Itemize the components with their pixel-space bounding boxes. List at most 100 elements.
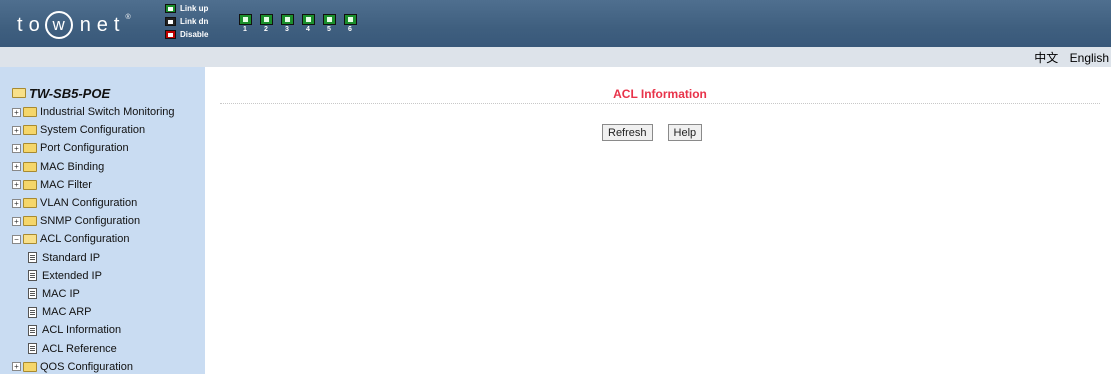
expand-icon[interactable]: + <box>12 162 21 172</box>
page-icon <box>28 252 37 264</box>
language-chinese-link[interactable]: 中文 <box>1034 51 1058 65</box>
refresh-button[interactable]: Refresh <box>602 124 653 141</box>
tree-item-label: MAC Filter <box>40 178 92 191</box>
tree-item-label: MAC Binding <box>40 160 105 173</box>
port-link-up-icon <box>259 14 273 25</box>
sidebar: TW-SB5-POE + Industrial Switch Monitoring… <box>0 67 205 374</box>
page-icon <box>28 270 37 282</box>
tree-item-label: MAC IP <box>42 287 80 300</box>
page-icon <box>28 288 37 300</box>
tree-item-label: QOS Configuration <box>40 360 133 373</box>
tree-item-qos-configuration[interactable]: + QOS Configuration <box>12 358 175 376</box>
port-number: 3 <box>285 26 289 33</box>
legend-link-up-label: Link up <box>180 4 209 13</box>
expand-icon[interactable]: + <box>12 216 21 226</box>
open-folder-icon <box>12 88 26 98</box>
tree-item-industrial-switch-monitoring[interactable]: + Industrial Switch Monitoring <box>12 103 175 121</box>
page-title: ACL Information <box>613 87 707 101</box>
port-link-up-icon <box>280 14 294 25</box>
expand-icon[interactable]: + <box>12 362 21 372</box>
tree-item-port-configuration[interactable]: + Port Configuration <box>12 139 175 157</box>
folder-icon <box>23 361 37 372</box>
tree-item-label: ACL Information <box>42 324 122 337</box>
legend-disable-label: Disable <box>180 30 209 39</box>
tree-item-mac-ip[interactable]: MAC IP <box>12 285 175 303</box>
open-folder-icon <box>23 234 37 245</box>
folder-icon <box>23 179 37 190</box>
folder-icon <box>23 125 37 136</box>
port-5[interactable]: 5 <box>320 14 338 35</box>
port-number: 5 <box>327 26 331 33</box>
port-number: 4 <box>306 26 310 33</box>
port-1[interactable]: 1 <box>236 14 254 35</box>
tree-item-acl-configuration[interactable]: − ACL Configuration <box>12 230 175 248</box>
tree-item-mac-binding[interactable]: + MAC Binding <box>12 158 175 176</box>
language-switcher: 中文 English <box>1026 49 1109 66</box>
tree-item-acl-reference[interactable]: ACL Reference <box>12 339 175 357</box>
logo-letter-w: w <box>44 11 73 39</box>
logo-letters-net: net <box>79 13 126 36</box>
tree-item-label: SNMP Configuration <box>40 215 141 228</box>
tree-item-system-configuration[interactable]: + System Configuration <box>12 121 175 139</box>
port-3[interactable]: 3 <box>278 14 296 35</box>
expand-icon[interactable]: + <box>12 198 21 208</box>
tree-item-label: VLAN Configuration <box>40 197 138 210</box>
page-icon <box>28 343 37 355</box>
tree-item-label: System Configuration <box>40 124 146 137</box>
tree-item-snmp-configuration[interactable]: + SNMP Configuration <box>12 212 175 230</box>
link-up-icon <box>165 4 176 13</box>
port-6[interactable]: 6 <box>341 14 359 35</box>
legend-link-up: Link up <box>165 2 208 15</box>
collapse-icon[interactable]: − <box>12 234 21 244</box>
folder-icon <box>23 161 37 172</box>
action-buttons: Refresh Help <box>602 124 717 141</box>
language-english-link[interactable]: English <box>1070 51 1109 65</box>
tree-item-acl-information[interactable]: ACL Information <box>12 321 175 339</box>
port-link-up-icon <box>301 14 315 25</box>
nav-tree: TW-SB5-POE + Industrial Switch Monitoring… <box>12 84 175 376</box>
tree-item-vlan-configuration[interactable]: + VLAN Configuration <box>12 194 175 212</box>
top-banner: t o w net ® Link up Link dn Disable 1 2 … <box>0 0 1111 47</box>
tree-item-standard-ip[interactable]: Standard IP <box>12 249 175 267</box>
legend-link-dn: Link dn <box>165 15 208 28</box>
disable-icon <box>165 30 176 39</box>
expand-icon[interactable]: + <box>12 143 21 153</box>
help-button[interactable]: Help <box>667 124 703 141</box>
logo-letter-t: t <box>17 13 29 36</box>
port-2[interactable]: 2 <box>257 14 275 35</box>
link-down-icon <box>165 17 176 26</box>
port-link-up-icon <box>238 14 252 25</box>
title-divider <box>220 103 1100 104</box>
folder-icon <box>23 198 37 209</box>
tree-item-label: MAC ARP <box>42 306 92 319</box>
brand-logo: t o w net ® <box>17 11 131 39</box>
tree-item-label: Extended IP <box>42 269 102 282</box>
logo-letter-o: o <box>28 13 46 36</box>
tree-item-label: ACL Configuration <box>40 233 130 246</box>
tree-root[interactable]: TW-SB5-POE <box>12 84 175 102</box>
folder-icon <box>23 107 37 118</box>
tree-item-label: Port Configuration <box>40 142 129 155</box>
port-number: 2 <box>264 26 268 33</box>
port-4[interactable]: 4 <box>299 14 317 35</box>
folder-icon <box>23 143 37 154</box>
tree-item-mac-filter[interactable]: + MAC Filter <box>12 176 175 194</box>
folder-icon <box>23 216 37 227</box>
logo-registered-mark: ® <box>125 13 131 21</box>
port-link-up-icon <box>322 14 336 25</box>
page-icon <box>28 306 37 318</box>
expand-icon[interactable]: + <box>12 125 21 135</box>
legend-disable: Disable <box>165 28 208 41</box>
legend-link-dn-label: Link dn <box>180 17 209 26</box>
language-bar: 中文 English <box>0 47 1111 67</box>
expand-icon[interactable]: + <box>12 107 21 117</box>
tree-item-label: ACL Reference <box>42 342 117 355</box>
device-name: TW-SB5-POE <box>29 85 111 101</box>
tree-item-label: Standard IP <box>42 251 101 264</box>
tree-item-extended-ip[interactable]: Extended IP <box>12 267 175 285</box>
expand-icon[interactable]: + <box>12 180 21 190</box>
port-status-legend: Link up Link dn Disable <box>165 2 208 41</box>
tree-item-mac-arp[interactable]: MAC ARP <box>12 303 175 321</box>
port-link-up-icon <box>343 14 357 25</box>
tree-item-label: Industrial Switch Monitoring <box>40 106 175 119</box>
